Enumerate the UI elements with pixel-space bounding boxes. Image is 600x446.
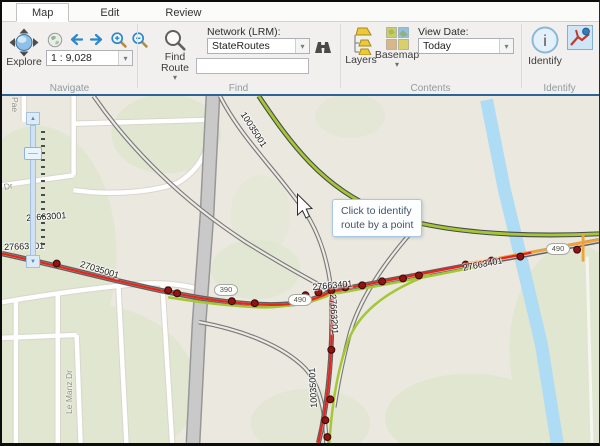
previous-extent-button[interactable] <box>67 31 85 48</box>
contents-group-label: Contents <box>340 83 521 94</box>
view-date-label: View Date: <box>418 26 469 38</box>
identify-route-tool-toggle[interactable] <box>567 25 593 50</box>
full-extent-button[interactable] <box>46 31 64 48</box>
basemap-dropdown-caret[interactable]: ▾ <box>395 61 399 68</box>
find-route-dropdown-caret[interactable]: ▾ <box>173 74 177 81</box>
app-window: Map Edit Review Explore <box>0 0 600 446</box>
identify-label: Identify <box>528 56 562 67</box>
explore-compass-icon <box>9 28 39 57</box>
group-separator <box>340 24 341 88</box>
ribbon-tab-bar: Map Edit Review <box>2 2 599 22</box>
find-route-magnifier-icon <box>163 28 187 52</box>
navigate-group-label: Navigate <box>2 83 137 94</box>
find-group-label: Find <box>137 83 340 94</box>
basemap-button[interactable]: Basemap ▾ <box>379 27 415 68</box>
route-vertex <box>517 253 524 260</box>
tab-edit[interactable]: Edit <box>85 4 134 21</box>
tooltip-line1: Click to identify <box>341 204 413 218</box>
view-date-value: Today <box>419 40 499 52</box>
route-vertex <box>574 246 581 253</box>
network-dropdown-arrow[interactable]: ▾ <box>295 39 309 53</box>
identify-button[interactable]: i Identify <box>526 26 564 67</box>
basemap-tiles-icon <box>386 27 409 50</box>
route-vertex <box>53 260 60 267</box>
route-vertex <box>327 396 334 403</box>
explore-label: Explore <box>6 57 42 68</box>
network-value: StateRoutes <box>208 40 295 52</box>
ribbon: Explore <box>2 22 599 94</box>
route-vertex <box>165 287 172 294</box>
slider-handle[interactable] <box>24 147 42 160</box>
route-search-input[interactable] <box>196 58 309 74</box>
tab-review[interactable]: Review <box>150 4 216 21</box>
find-route-button[interactable]: Find Route ▾ <box>154 28 196 81</box>
slider-zoom-in-button[interactable]: ▲ <box>26 112 40 125</box>
zoom-in-button[interactable] <box>109 31 127 48</box>
group-separator <box>137 24 138 88</box>
identify-group-label: Identify <box>521 83 598 94</box>
navigate-small-buttons <box>46 31 148 48</box>
route-vertex <box>400 275 407 282</box>
tooltip-line2: route by a point <box>341 218 413 232</box>
back-arrow-icon <box>68 32 84 47</box>
route-vertex <box>379 278 386 285</box>
slider-track[interactable] <box>30 125 36 257</box>
next-extent-button[interactable] <box>88 31 106 48</box>
explore-button[interactable]: Explore <box>5 28 43 68</box>
layers-label: Layers <box>345 55 377 66</box>
slider-zoom-out-button[interactable]: ▼ <box>26 255 40 268</box>
identify-tooltip: Click to identify route by a point <box>332 199 422 237</box>
route-vertex <box>174 290 181 297</box>
view-date-combobox[interactable]: Today ▾ <box>418 38 514 54</box>
map-canvas[interactable] <box>2 96 599 443</box>
network-lrm-label: Network (LRM): <box>207 26 281 38</box>
route-vertex <box>462 261 469 268</box>
group-separator <box>521 24 522 88</box>
route-vertex <box>315 289 322 296</box>
forward-arrow-icon <box>89 32 105 47</box>
search-routes-button[interactable] <box>314 38 332 55</box>
identify-route-icon <box>569 27 591 48</box>
scale-value: 1 : 9,028 <box>47 52 118 64</box>
route-vertex <box>251 300 258 307</box>
route-vertex <box>359 282 366 289</box>
scale-dropdown-arrow[interactable]: ▾ <box>118 51 132 65</box>
zoom-in-icon <box>110 31 127 48</box>
route-vertex <box>488 257 495 264</box>
layers-legend-icon <box>348 27 374 55</box>
map-viewport[interactable]: 2766300127663101270350011003500127663401… <box>2 96 599 443</box>
route-vertex <box>415 272 422 279</box>
binoculars-icon <box>314 39 332 54</box>
identify-info-icon: i <box>529 26 561 56</box>
route-vertex <box>342 284 349 291</box>
route-vertex <box>328 346 335 353</box>
globe-icon <box>47 32 63 48</box>
route-vertex <box>228 298 235 305</box>
network-combobox[interactable]: StateRoutes ▾ <box>207 38 310 54</box>
svg-text:i: i <box>543 33 547 50</box>
tab-map[interactable]: Map <box>16 3 69 22</box>
route-vertex <box>324 434 331 441</box>
zoom-out-icon <box>131 31 148 48</box>
route-vertex <box>302 292 309 299</box>
layers-button[interactable]: Layers <box>345 27 377 66</box>
view-date-dropdown-arrow[interactable]: ▾ <box>499 39 513 53</box>
zoom-out-button[interactable] <box>130 31 148 48</box>
route-vertex <box>328 287 335 294</box>
scale-combobox[interactable]: 1 : 9,028 ▾ <box>46 50 133 66</box>
route-vertex <box>322 417 329 424</box>
